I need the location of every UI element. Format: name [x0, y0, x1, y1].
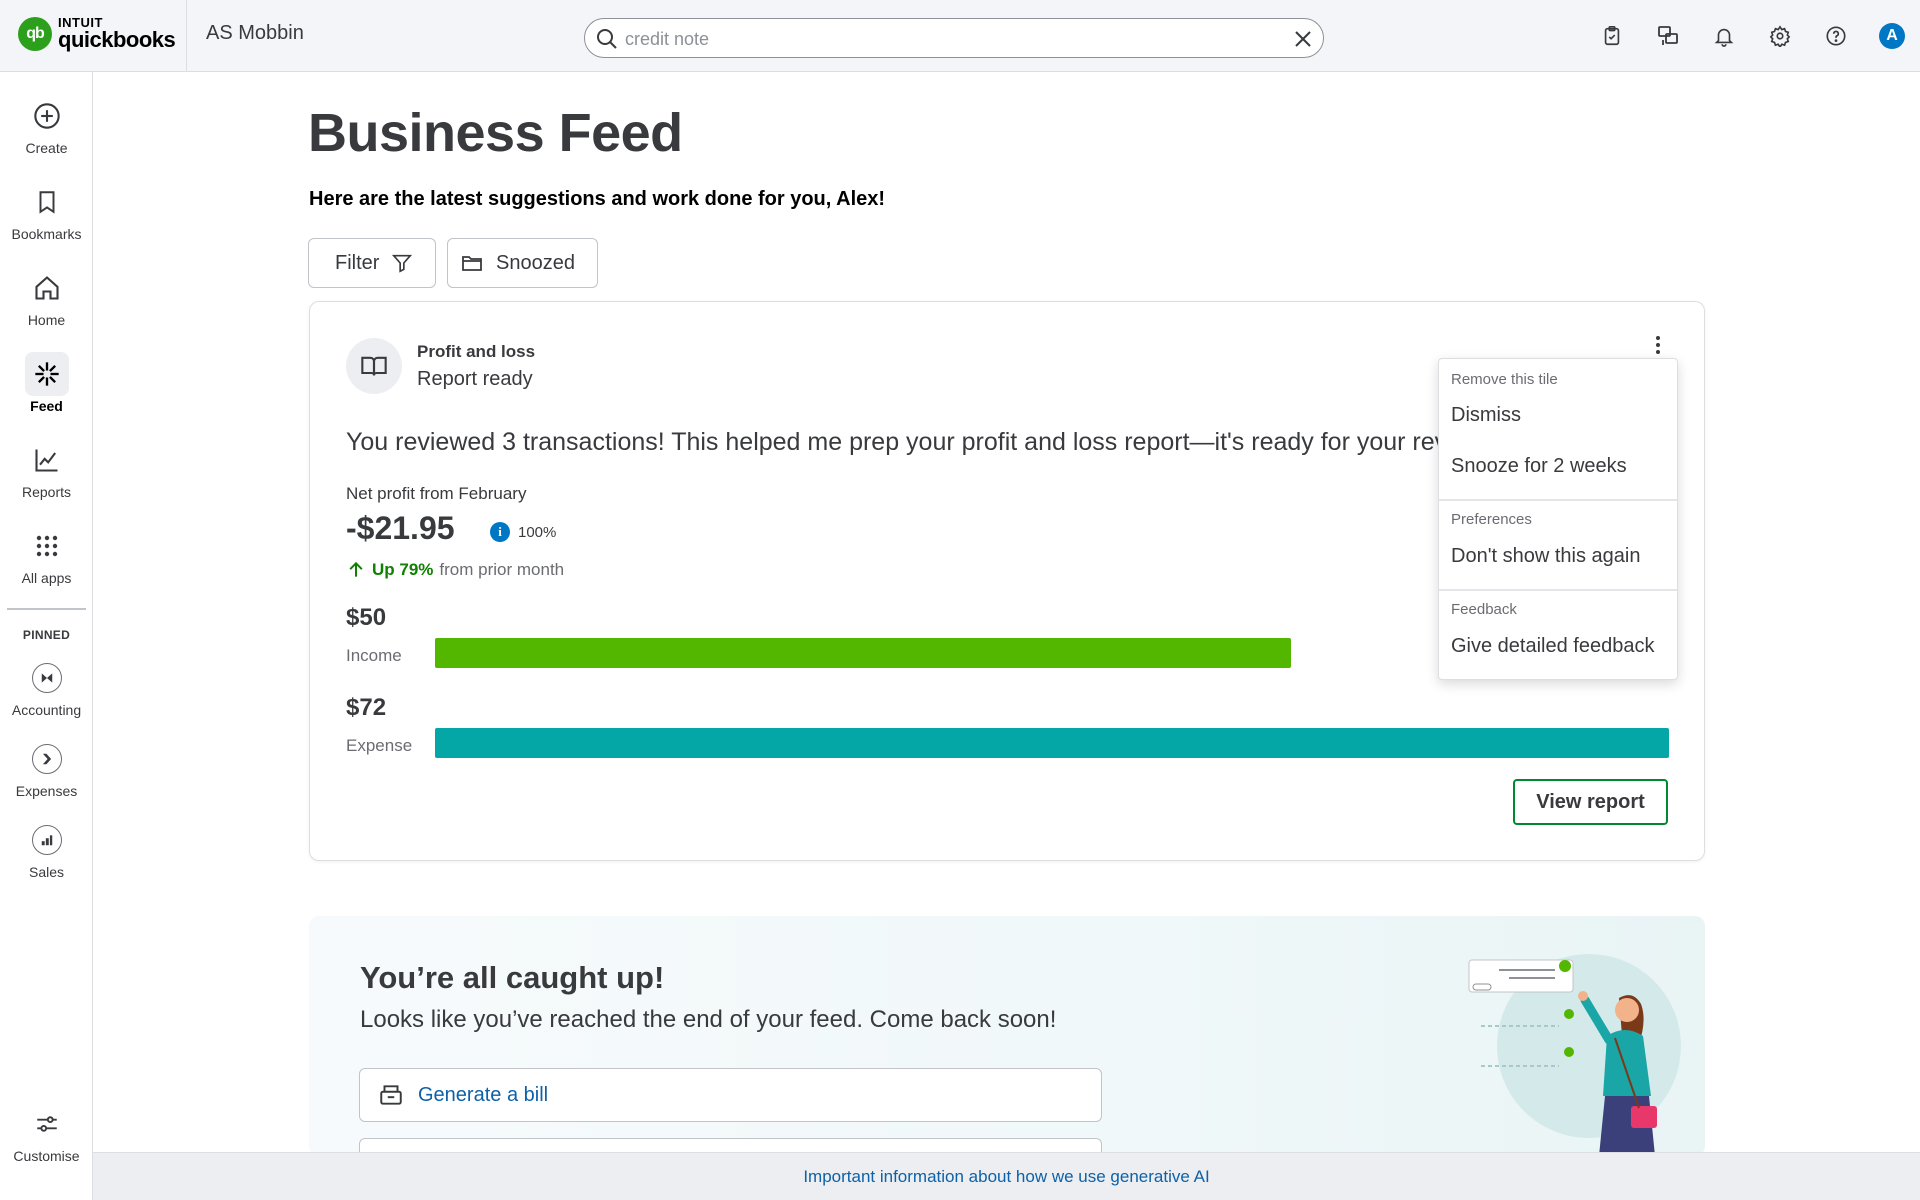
caught-up-subtitle: Looks like you’ve reached the end of you…: [360, 1006, 1057, 1033]
snoozed-button[interactable]: Snoozed: [447, 238, 598, 288]
apps-switch-icon[interactable]: [1652, 20, 1684, 52]
expense-bar: [435, 728, 1669, 758]
accounting-icon: [25, 656, 69, 700]
confidence-value: 100%: [518, 523, 557, 541]
sidebar-item-label: Accounting: [11, 702, 82, 718]
folder-icon: [462, 256, 482, 271]
top-bar: qb INTUIT quickbooks AS Mobbin A: [0, 0, 1920, 72]
sidebar-item-create[interactable]: Create: [0, 94, 93, 156]
search-input[interactable]: [625, 27, 1265, 51]
trend-value: Up 79%: [372, 560, 434, 579]
pinned-heading: PINNED: [22, 628, 71, 642]
generative-ai-info-link[interactable]: Important information about how we use g…: [803, 1167, 1209, 1187]
caught-up-title: You’re all caught up!: [360, 960, 665, 995]
generate-bill-button[interactable]: Generate a bill: [359, 1068, 1102, 1122]
grid-dots-icon: [25, 524, 69, 568]
sidebar-item-label: Home: [27, 312, 66, 328]
logo-product-text: quickbooks: [58, 27, 176, 52]
sidebar-item-label: Expenses: [15, 783, 78, 799]
card-subtitle: Report ready: [417, 368, 533, 390]
page-subtitle: Here are the latest suggestions and work…: [309, 188, 886, 210]
sidebar-divider: [7, 608, 86, 610]
income-amount: $50: [346, 604, 387, 631]
sidebar-item-label: All apps: [21, 570, 72, 586]
sidebar-item-reports[interactable]: Reports: [0, 438, 93, 500]
info-icon: i: [490, 522, 510, 542]
menu-item-dismiss[interactable]: Dismiss: [1439, 395, 1677, 435]
expenses-icon: [25, 737, 69, 781]
bell-icon[interactable]: [1708, 20, 1740, 52]
sidebar-item-home[interactable]: Home: [0, 266, 93, 328]
qb-logo-icon: qb: [18, 16, 52, 51]
sidebar-item-expenses[interactable]: Expenses: [0, 737, 93, 799]
topbar-divider: [186, 0, 187, 72]
arrow-up-icon: [349, 561, 363, 577]
expense-bar-track: [435, 728, 1669, 758]
menu-section-preferences: Preferences: [1451, 511, 1532, 528]
sidebar-item-label: Feed: [30, 398, 63, 414]
expense-amount: $72: [346, 694, 387, 721]
view-report-button[interactable]: View report: [1513, 779, 1668, 825]
sidebar-item-accounting[interactable]: Accounting: [0, 656, 93, 718]
clipboard-check-icon[interactable]: [1596, 20, 1628, 52]
net-profit-value: -$21.95: [346, 510, 455, 546]
sidebar-item-label: Reports: [21, 484, 72, 500]
expense-label: Expense: [346, 736, 413, 755]
trend-text: from prior month: [439, 560, 565, 579]
home-icon: [25, 266, 69, 310]
left-sidebar: Create Bookmarks Home Feed Reports All a…: [0, 72, 93, 1200]
sidebar-item-label: Sales: [28, 864, 65, 880]
plus-circle-icon: [25, 94, 69, 138]
trend-indicator: Up 79% from prior month: [346, 560, 564, 580]
footer-bar: Important information about how we use g…: [93, 1152, 1920, 1200]
sidebar-item-feed[interactable]: Feed: [0, 352, 93, 414]
bill-icon: [380, 1085, 402, 1105]
funnel-icon: [392, 254, 413, 273]
woman-checklist-illustration: [1468, 954, 1681, 1156]
sliders-icon: [25, 1102, 69, 1146]
menu-divider: [1439, 499, 1677, 501]
menu-section-remove: Remove this tile: [1451, 371, 1558, 388]
bookmark-icon: [25, 180, 69, 224]
card-title: Profit and loss: [417, 342, 536, 361]
clear-search-icon[interactable]: [1291, 27, 1315, 51]
menu-section-feedback: Feedback: [1451, 601, 1517, 618]
menu-divider: [1439, 589, 1677, 591]
sidebar-item-label: Customise: [13, 1148, 80, 1164]
sidebar-item-label: Create: [25, 140, 68, 156]
income-bar: [435, 638, 1292, 668]
menu-item-dont-show[interactable]: Don't show this again: [1439, 536, 1677, 576]
tile-options-menu: Remove this tile Dismiss Snooze for 2 we…: [1438, 358, 1678, 680]
user-avatar[interactable]: A: [1876, 20, 1908, 52]
search-icon: [597, 29, 617, 49]
net-profit-label: Net profit from February: [346, 484, 527, 503]
menu-item-give-feedback[interactable]: Give detailed feedback: [1439, 626, 1677, 666]
caught-up-panel: You’re all caught up! Looks like you’ve …: [309, 916, 1705, 1156]
more-options-icon[interactable]: [1648, 332, 1668, 358]
sidebar-item-all-apps[interactable]: All apps: [0, 524, 93, 586]
avatar-initial: A: [1879, 23, 1905, 49]
menu-item-snooze[interactable]: Snooze for 2 weeks: [1439, 446, 1677, 486]
confidence-badge[interactable]: i 100%: [490, 522, 556, 542]
page-title: Business Feed: [308, 103, 683, 163]
sidebar-item-customise[interactable]: Customise: [0, 1102, 93, 1164]
help-icon[interactable]: [1820, 20, 1852, 52]
sidebar-item-bookmarks[interactable]: Bookmarks: [0, 180, 93, 242]
filter-button-label: Filter: [335, 251, 380, 274]
open-book-icon: [346, 338, 402, 394]
company-name[interactable]: AS Mobbin: [206, 22, 304, 45]
filter-button[interactable]: Filter: [308, 238, 436, 288]
quickbooks-logo[interactable]: qb INTUIT quickbooks: [18, 16, 176, 52]
search-bar[interactable]: [584, 18, 1324, 58]
income-label: Income: [346, 646, 402, 665]
gear-icon[interactable]: [1764, 20, 1796, 52]
line-chart-icon: [25, 438, 69, 482]
sales-icon: [25, 818, 69, 862]
card-message: You reviewed 3 transactions! This helped…: [346, 428, 1491, 456]
snoozed-button-label: Snoozed: [496, 251, 575, 274]
sidebar-item-sales[interactable]: Sales: [0, 818, 93, 880]
sidebar-item-label: Bookmarks: [11, 226, 82, 242]
generate-bill-label: Generate a bill: [418, 1083, 549, 1106]
sparkle-icon: [24, 352, 69, 396]
